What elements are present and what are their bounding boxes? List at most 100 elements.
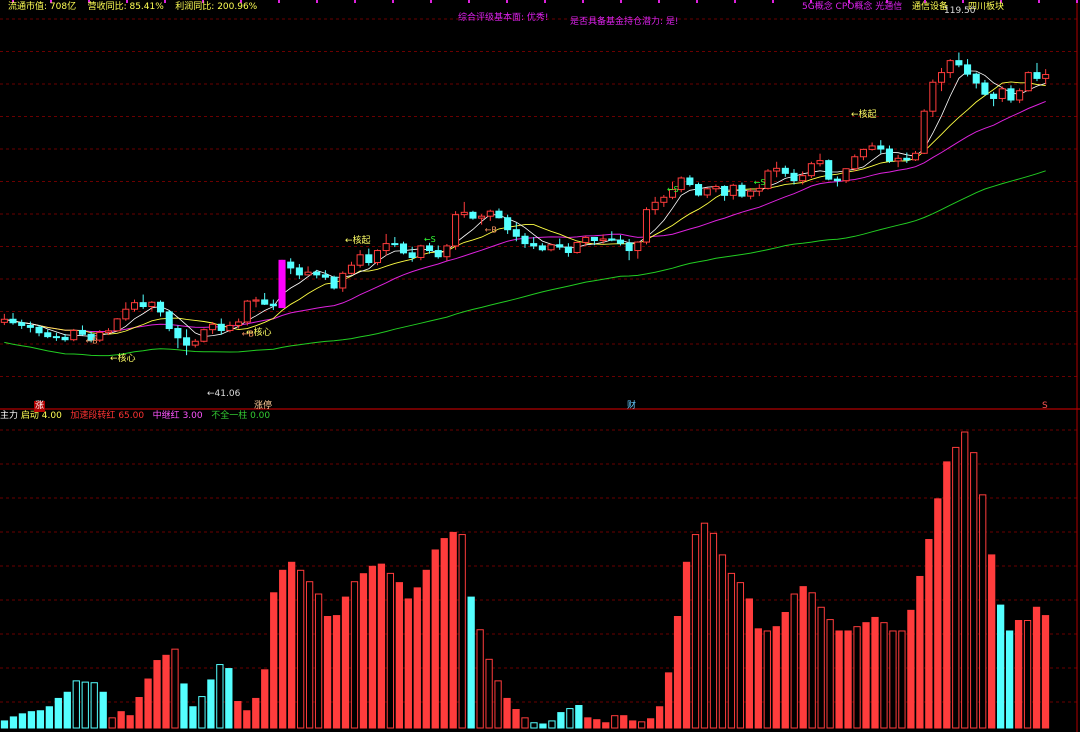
momentum-bar	[252, 697, 260, 729]
momentum-bar	[647, 718, 655, 729]
momentum-bar	[305, 581, 314, 729]
momentum-bar	[871, 616, 879, 729]
candle-body	[139, 302, 147, 308]
signal-marker-text: ←S	[754, 178, 766, 187]
candle-body	[130, 302, 139, 310]
momentum-bar	[862, 622, 870, 729]
candle-body	[807, 163, 815, 177]
momentum-bar	[171, 648, 179, 729]
candle-body	[304, 271, 312, 276]
top-tick-mark	[544, 0, 546, 3]
candle-body	[295, 267, 303, 276]
candle-body	[417, 245, 425, 258]
legend-incomplete-label: 不全一柱	[211, 411, 248, 421]
header-profit-yoy-label: 利润同比:	[175, 2, 215, 12]
candle-body	[634, 241, 642, 252]
event-marker-finance: 财	[627, 401, 637, 411]
legend-start-label: 启动	[20, 411, 39, 421]
candle-body	[703, 188, 711, 196]
candle-body	[885, 148, 893, 162]
candle-body	[998, 88, 1006, 99]
candle-body	[660, 196, 668, 203]
momentum-bar	[521, 717, 529, 729]
momentum-bar	[593, 719, 601, 729]
candle-body	[44, 332, 52, 338]
top-tick-mark	[392, 0, 394, 3]
momentum-bar	[449, 531, 457, 729]
top-tick-mark	[316, 0, 318, 3]
candle-body	[825, 160, 833, 180]
momentum-bar	[970, 452, 978, 729]
header-profit-yoy-value: 200.96%	[217, 2, 258, 12]
momentum-bar	[0, 720, 9, 729]
top-tick-mark	[1038, 0, 1040, 3]
candle-body	[790, 172, 798, 182]
momentum-bar	[790, 593, 798, 729]
momentum-bar	[566, 708, 574, 729]
momentum-bar	[629, 720, 637, 729]
candle-body	[313, 271, 321, 276]
momentum-bar	[216, 664, 224, 729]
momentum-bar	[584, 717, 592, 729]
momentum-bar	[548, 720, 556, 729]
event-marker-limit-up-2: 涨停	[254, 401, 273, 411]
momentum-bar	[907, 609, 915, 729]
momentum-bar	[781, 612, 789, 729]
momentum-bar	[18, 713, 27, 729]
candle-body	[512, 229, 520, 237]
top-tick-mark	[772, 0, 774, 3]
top-tick-mark	[468, 0, 470, 3]
candle-body	[209, 323, 217, 331]
momentum-bar	[54, 697, 62, 729]
candle-body	[729, 184, 737, 196]
momentum-bar	[126, 715, 134, 729]
candle-body	[842, 168, 850, 182]
header-revenue-yoy-value: 85.41%	[129, 2, 164, 12]
candle-body	[78, 329, 86, 335]
candle-body	[399, 243, 408, 254]
candle-body	[113, 318, 121, 332]
momentum-bar	[826, 619, 834, 729]
candle-body	[1042, 74, 1050, 79]
legend-incomplete-value: 0.00	[250, 411, 271, 421]
candle-body	[235, 321, 243, 326]
top-tick-mark	[354, 0, 356, 3]
stock-chart-canvas: ←B←B←S←B←S←S	[0, 0, 1080, 732]
candle-body	[165, 311, 173, 330]
top-tick-mark	[430, 0, 432, 3]
momentum-bar	[189, 706, 197, 729]
candle-body	[452, 214, 460, 247]
momentum-bar	[638, 721, 646, 729]
momentum-bar	[117, 711, 125, 729]
candle-body	[321, 274, 329, 278]
candle-body	[964, 64, 972, 75]
event-marker-s: S	[1042, 401, 1048, 411]
momentum-bar	[225, 668, 233, 729]
top-tick-mark	[278, 0, 280, 3]
fund-note: 是否具备基金持仓潜力: 是!	[570, 17, 679, 27]
candle-body	[96, 331, 104, 341]
candle-body	[70, 329, 78, 341]
candle-body	[755, 187, 763, 192]
candle-body	[547, 244, 555, 251]
candle-body	[382, 243, 390, 252]
momentum-bar	[503, 697, 511, 729]
candle-body	[747, 190, 755, 197]
momentum-bar	[709, 532, 718, 729]
momentum-bar	[952, 446, 960, 729]
top-tick-mark	[1076, 0, 1078, 3]
candle-body	[911, 152, 920, 161]
candle-body	[590, 236, 598, 242]
candle-body	[816, 160, 824, 165]
momentum-bar	[961, 431, 969, 729]
candle-body	[981, 82, 989, 95]
launch-label-2: ←核心	[246, 328, 272, 338]
momentum-bar	[530, 722, 538, 729]
signal-marker-text: ←S	[667, 185, 679, 194]
candle-body	[356, 254, 364, 266]
momentum-bar	[261, 669, 269, 729]
momentum-bar	[270, 592, 278, 729]
candle-body	[990, 93, 998, 99]
candle-body	[642, 209, 651, 243]
momentum-bar	[844, 630, 852, 729]
